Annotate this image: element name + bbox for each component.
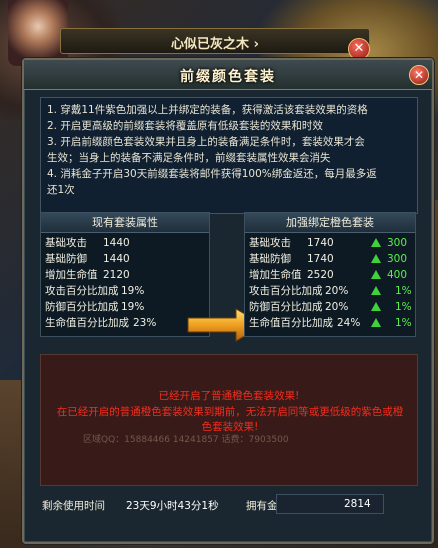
remaining-time-value: 23天9小时43分1秒	[126, 500, 219, 512]
attribute-label: 增加生命值	[45, 269, 98, 281]
description-line: 还1次	[47, 184, 75, 196]
enhanced-set-header: 加强绑定橙色套装	[245, 213, 415, 233]
attribute-row: 攻击百分比加成 19%	[41, 283, 209, 299]
attribute-label: 攻击百分比加成	[45, 285, 119, 297]
attribute-gain: 1%	[395, 301, 412, 313]
arrow-up-icon	[371, 302, 381, 311]
attribute-value: 1740	[307, 237, 334, 249]
attribute-label: 生命值百分比加成	[249, 317, 333, 329]
attribute-label: 基础防御	[45, 253, 87, 265]
attribute-gain: 300	[387, 253, 408, 265]
background-window-title: 心似已灰之木 ›	[171, 37, 259, 52]
background-close-button[interactable]: ✕	[348, 38, 370, 60]
attribute-row: 基础攻击 1740 300	[245, 235, 415, 251]
footer-bar: 剩余使用时间 23天9小时43分1秒 拥有金子 2814	[28, 494, 428, 516]
attribute-label: 生命值百分比加成	[45, 317, 129, 329]
description-line: 生效；当身上的装备不满足条件时，前缀套装属性效果会消失	[47, 152, 331, 164]
character-portrait	[8, 0, 68, 66]
attribute-value: 1440	[103, 253, 130, 265]
attribute-label: 增加生命值	[249, 269, 302, 281]
enhanced-set-attributes: 加强绑定橙色套装 基础攻击 1740 300 基础防御 1740 300 增加生命值 25…	[244, 212, 416, 337]
attribute-value: 1740	[307, 253, 334, 265]
attribute-row: 基础防御 1740 300	[245, 251, 415, 267]
attribute-label: 防御百分比加成	[45, 301, 119, 313]
panel-title: 前缀颜色套装	[180, 69, 276, 85]
attribute-row: 攻击百分比加成 20% 1%	[245, 283, 415, 299]
attribute-value: 20%	[325, 301, 349, 313]
attribute-value: 24%	[337, 317, 361, 329]
attribute-value: 19%	[121, 301, 145, 313]
attribute-label: 基础攻击	[45, 237, 87, 249]
attribute-row: 生命值百分比加成 24% 1%	[245, 315, 415, 331]
status-message: 已经开启了普通橙色套装效果!	[158, 390, 300, 402]
attribute-gain: 400	[387, 269, 408, 281]
attribute-row: 生命值百分比加成 23%	[41, 315, 209, 331]
arrow-up-icon	[371, 238, 381, 247]
message-area: 区域QQ：15884466 14241857 话费：7903500 已经开启了普…	[40, 354, 418, 486]
attribute-value: 2520	[307, 269, 334, 281]
background-ghost-text: 区域QQ：15884466 14241857 话费：7903500	[83, 435, 289, 445]
close-button[interactable]: ✕	[409, 65, 429, 85]
remaining-time-label: 剩余使用时间	[42, 500, 105, 512]
attribute-label: 防御百分比加成	[249, 301, 323, 313]
panel-header: 前缀颜色套装 ✕	[24, 60, 432, 90]
description-line: 2. 开启更高级的前缀套装将覆盖原有低级套装的效果和时效	[47, 120, 323, 132]
attribute-value: 2120	[103, 269, 130, 281]
attribute-row: 增加生命值 2520 400	[245, 267, 415, 283]
current-set-attributes: 现有套装属性 基础攻击 1440 基础防御 1440 增加生命值 2120 攻击百分比…	[40, 212, 210, 337]
warning-message: 在已经开启的普通橙色套装效果到期前，无法开启同等或更低级的紫色或橙色套装效果!	[56, 406, 404, 433]
attribute-value: 23%	[133, 317, 157, 329]
description-line: 3. 开启前缀颜色套装效果并且身上的装备满足条件时，套装效果才会	[47, 136, 365, 148]
attribute-row: 防御百分比加成 19%	[41, 299, 209, 315]
attribute-gain: 1%	[395, 317, 412, 329]
attribute-gain: 1%	[395, 285, 412, 297]
attribute-row: 基础防御 1440	[41, 251, 209, 267]
prefix-color-set-panel: 前缀颜色套装 ✕ 1. 穿戴11件紫色加强以上并绑定的装备，获得激活该套装效果的…	[22, 58, 434, 544]
attribute-value: 19%	[121, 285, 145, 297]
description-box: 1. 穿戴11件紫色加强以上并绑定的装备，获得激活该套装效果的资格 2. 开启更…	[40, 97, 418, 214]
arrow-up-icon	[371, 286, 381, 295]
attribute-value: 20%	[325, 285, 349, 297]
attribute-gain: 300	[387, 237, 408, 249]
attribute-row: 基础攻击 1440	[41, 235, 209, 251]
arrow-up-icon	[371, 270, 381, 279]
attribute-row: 防御百分比加成 20% 1%	[245, 299, 415, 315]
description-line: 1. 穿戴11件紫色加强以上并绑定的装备，获得激活该套装效果的资格	[47, 104, 368, 116]
gold-value: 2814	[344, 498, 371, 510]
attribute-value: 1440	[103, 237, 130, 249]
attribute-label: 基础攻击	[249, 237, 291, 249]
description-line: 4. 消耗金子开启30天前缀套装将邮件获得100%绑金返还，每月最多返	[47, 168, 377, 180]
current-set-header: 现有套装属性	[41, 213, 209, 233]
arrow-up-icon	[371, 318, 381, 327]
attribute-label: 基础防御	[249, 253, 291, 265]
background-window-bar: 心似已灰之木 ›	[60, 28, 370, 54]
arrow-up-icon	[371, 254, 381, 263]
attribute-label: 攻击百分比加成	[249, 285, 323, 297]
attribute-row: 增加生命值 2120	[41, 267, 209, 283]
